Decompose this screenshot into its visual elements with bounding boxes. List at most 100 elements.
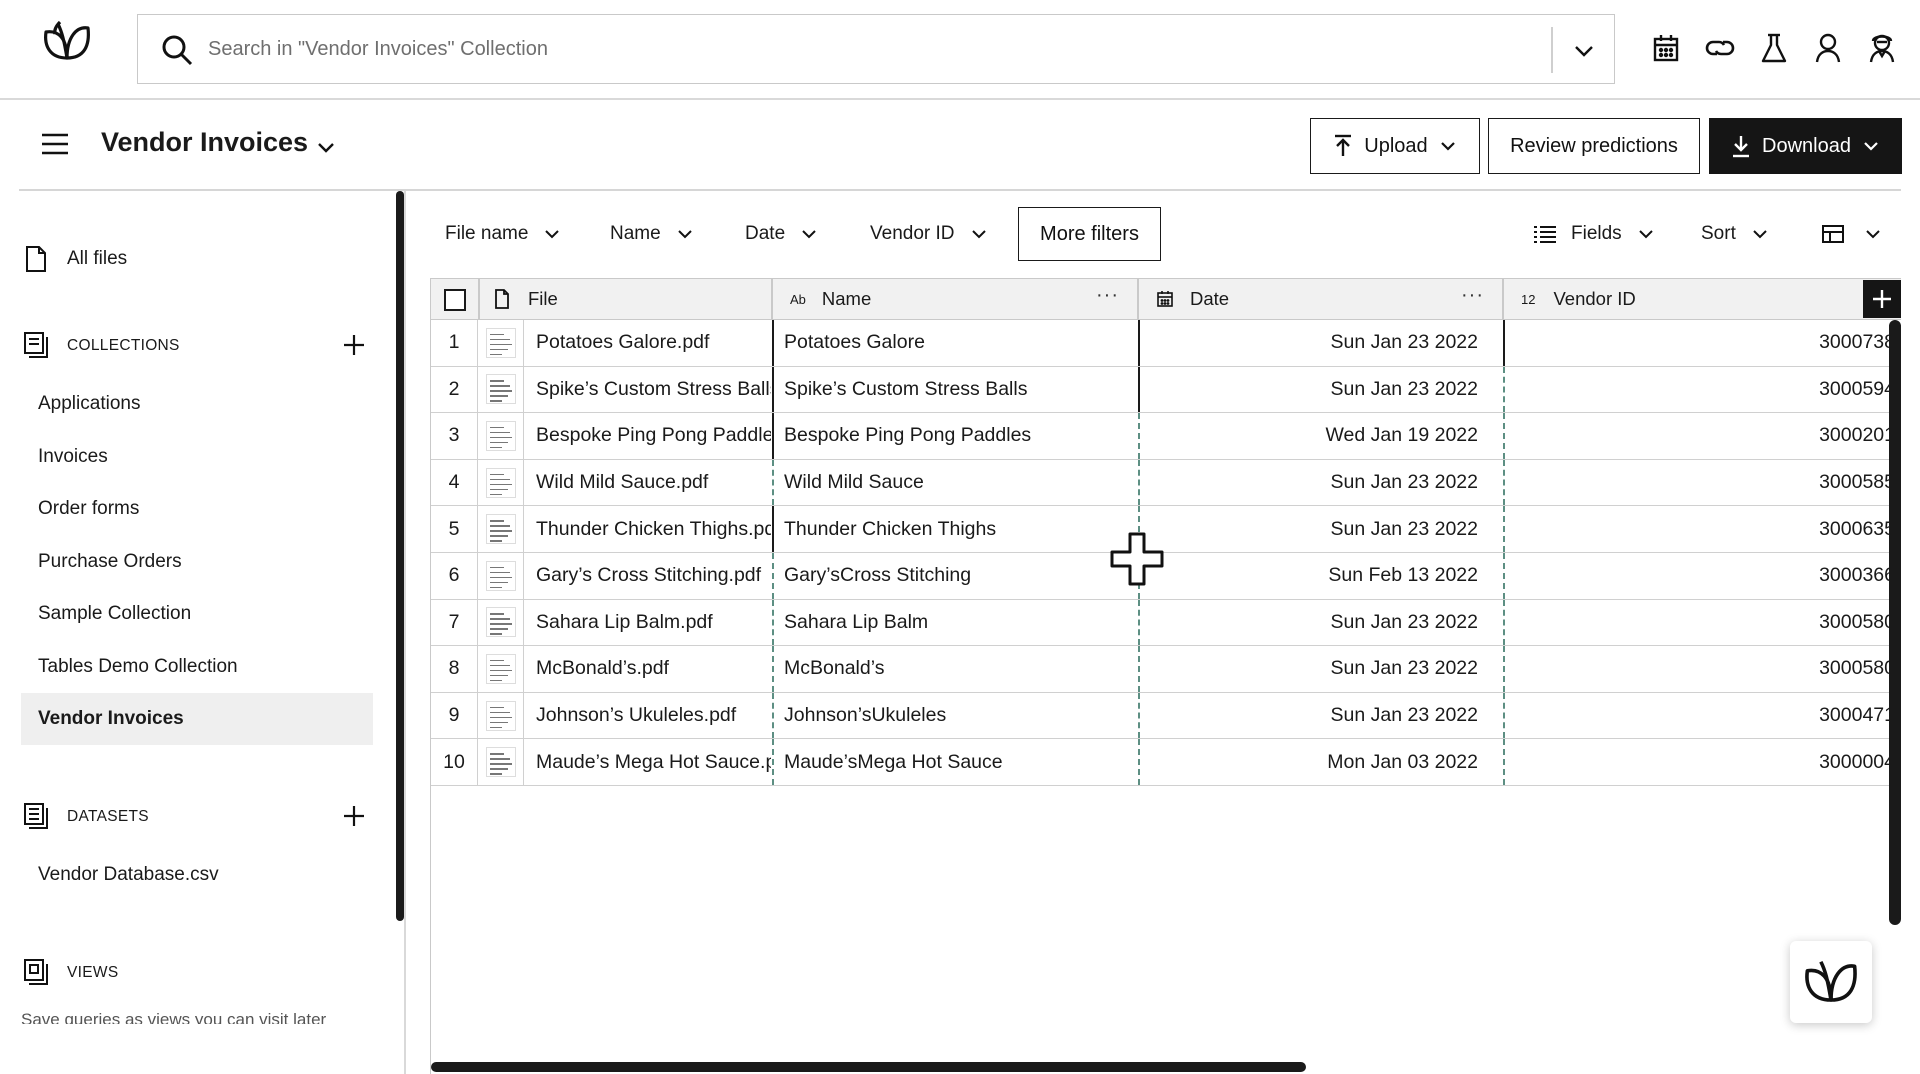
add-column-button[interactable] — [1863, 280, 1901, 318]
date-cell[interactable]: Mon Jan 03 2022 — [1138, 739, 1502, 785]
file-name-cell[interactable]: Thunder Chicken Thighs.pdf — [524, 506, 771, 552]
filter-date[interactable]: Date — [745, 213, 819, 255]
more-filters-button[interactable]: More filters — [1018, 207, 1161, 261]
file-thumbnail[interactable] — [478, 552, 524, 599]
date-cell[interactable]: Sun Jan 23 2022 — [1138, 506, 1502, 552]
calendar-icon[interactable] — [1648, 30, 1683, 66]
add-collection-plus-icon[interactable] — [342, 333, 366, 357]
filter-file-name[interactable]: File name — [445, 213, 562, 255]
sidebar-item-invoices[interactable]: Invoices — [21, 431, 373, 483]
sidebar-item-applications[interactable]: Applications — [21, 378, 373, 430]
name-cell[interactable]: Wild Mild Sauce — [772, 459, 1137, 506]
table-row[interactable]: 1 Potatoes Galore.pdf Potatoes Galore Su… — [431, 320, 1901, 367]
table-row[interactable]: 2 Spike’s Custom Stress Balls.pdf Spike’… — [431, 366, 1901, 414]
column-name-more-icon[interactable]: ··· — [1096, 284, 1119, 307]
name-cell[interactable]: McBonald’s — [772, 646, 1137, 692]
vendor-id-cell[interactable]: 3000201 — [1503, 413, 1889, 459]
column-header-name[interactable]: Ab Name ··· — [772, 279, 1137, 319]
sidebar-item-all-files[interactable]: All files — [67, 248, 127, 270]
vendor-id-cell[interactable]: 3000471 — [1503, 692, 1889, 739]
add-dataset-plus-icon[interactable] — [342, 804, 366, 828]
review-predictions-button[interactable]: Review predictions — [1488, 118, 1700, 174]
date-cell[interactable]: Sun Jan 23 2022 — [1138, 646, 1502, 692]
agent-icon[interactable] — [1864, 30, 1899, 66]
vendor-id-cell[interactable]: 3000580 — [1503, 599, 1889, 646]
file-thumbnail[interactable] — [478, 646, 524, 692]
filter-name[interactable]: Name — [610, 213, 695, 255]
table-row[interactable]: 7 Sahara Lip Balm.pdf Sahara Lip Balm Su… — [431, 599, 1901, 647]
file-thumbnail[interactable] — [478, 459, 524, 506]
column-header-file[interactable]: File — [494, 279, 771, 319]
file-thumbnail[interactable] — [478, 739, 524, 785]
table-vertical-scrollbar[interactable] — [1889, 320, 1901, 925]
vendor-id-cell[interactable]: 3000594 — [1503, 366, 1889, 413]
user-icon[interactable] — [1810, 30, 1845, 66]
file-thumbnail[interactable] — [478, 320, 524, 366]
file-name-cell[interactable]: Sahara Lip Balm.pdf — [524, 600, 771, 646]
sort-button[interactable]: Sort — [1701, 213, 1770, 255]
flask-icon[interactable] — [1756, 30, 1791, 66]
column-date-more-icon[interactable]: ··· — [1461, 284, 1484, 307]
file-thumbnail[interactable] — [478, 599, 524, 646]
filter-vendor-id[interactable]: Vendor ID — [870, 213, 989, 255]
date-cell[interactable]: Sun Jan 23 2022 — [1138, 692, 1502, 739]
name-cell[interactable]: Gary’sCross Stitching — [772, 552, 1137, 599]
download-button[interactable]: Download — [1709, 118, 1902, 174]
file-name-cell[interactable]: Wild Mild Sauce.pdf — [524, 460, 771, 506]
file-thumbnail[interactable] — [478, 366, 524, 413]
app-logo-icon[interactable] — [40, 18, 94, 66]
title-chevron-down-icon[interactable] — [313, 134, 339, 160]
name-cell[interactable]: Potatoes Galore — [772, 320, 1137, 366]
sidebar-item-vendor-invoices[interactable]: Vendor Invoices — [21, 693, 373, 745]
file-thumbnail[interactable] — [478, 413, 524, 459]
name-cell[interactable]: Bespoke Ping Pong Paddles — [772, 413, 1137, 459]
vendor-id-cell[interactable]: 3000366 — [1503, 552, 1889, 599]
vendor-id-cell[interactable]: 3000738 — [1503, 320, 1889, 366]
file-name-cell[interactable]: Spike’s Custom Stress Balls.pdf — [524, 367, 771, 413]
file-name-cell[interactable]: Gary’s Cross Stitching.pdf — [524, 553, 771, 599]
menu-hamburger-icon[interactable] — [40, 130, 70, 158]
date-cell[interactable]: Sun Jan 23 2022 — [1138, 459, 1502, 506]
vendor-id-cell[interactable]: 3000635 — [1503, 506, 1889, 552]
search-input[interactable] — [208, 29, 1508, 69]
select-all-checkbox[interactable] — [444, 289, 466, 311]
column-header-vendor-id[interactable]: 12 Vendor ID — [1503, 279, 1863, 319]
vendor-id-cell[interactable]: 3000580 — [1503, 646, 1889, 692]
table-row[interactable]: 8 McBonald’s.pdf McBonald’s Sun Jan 23 2… — [431, 646, 1901, 693]
file-name-cell[interactable]: Johnson’s Ukuleles.pdf — [524, 693, 771, 739]
name-cell[interactable]: Johnson’sUkuleles — [772, 692, 1137, 739]
sidebar-item-purchase-orders[interactable]: Purchase Orders — [21, 536, 373, 588]
sidebar-item-sample-collection[interactable]: Sample Collection — [21, 588, 373, 640]
date-cell[interactable]: Sun Jan 23 2022 — [1138, 320, 1502, 366]
upload-button[interactable]: Upload — [1310, 118, 1480, 174]
table-row[interactable]: 4 Wild Mild Sauce.pdf Wild Mild Sauce Su… — [431, 459, 1901, 507]
file-name-cell[interactable]: Maude’s Mega Hot Sauce.pdf — [524, 739, 771, 785]
search-options-chevron-down-icon[interactable] — [1570, 37, 1598, 65]
date-cell[interactable]: Sun Feb 13 2022 — [1138, 552, 1502, 599]
sidebar-item-tables-demo-collection[interactable]: Tables Demo Collection — [21, 641, 373, 693]
date-cell[interactable]: Wed Jan 19 2022 — [1138, 413, 1502, 459]
table-row[interactable]: 9 Johnson’s Ukuleles.pdf Johnson’sUkulel… — [431, 692, 1901, 740]
file-name-cell[interactable]: Bespoke Ping Pong Paddles.pdf — [524, 413, 771, 459]
name-cell[interactable]: Sahara Lip Balm — [772, 599, 1137, 646]
sidebar-item-vendor-database[interactable]: Vendor Database.csv — [21, 849, 373, 901]
table-row[interactable]: 3 Bespoke Ping Pong Paddles.pdf Bespoke … — [431, 413, 1901, 460]
layout-toggle-button[interactable] — [1821, 213, 1883, 255]
table-row[interactable]: 6 Gary’s Cross Stitching.pdf Gary’sCross… — [431, 552, 1901, 600]
file-name-cell[interactable]: McBonald’s.pdf — [524, 646, 771, 692]
assistant-button[interactable] — [1790, 941, 1872, 1023]
file-thumbnail[interactable] — [478, 692, 524, 739]
file-name-cell[interactable]: Potatoes Galore.pdf — [524, 320, 771, 366]
column-header-date[interactable]: Date ··· — [1138, 279, 1502, 319]
vendor-id-cell[interactable]: 3000585 — [1503, 459, 1889, 506]
name-cell[interactable]: Maude’sMega Hot Sauce — [772, 739, 1137, 785]
name-cell[interactable]: Spike’s Custom Stress Balls — [772, 366, 1137, 413]
link-icon[interactable] — [1702, 30, 1737, 66]
file-thumbnail[interactable] — [478, 506, 524, 552]
date-cell[interactable]: Sun Jan 23 2022 — [1138, 366, 1502, 413]
sidebar-item-order-forms[interactable]: Order forms — [21, 483, 373, 535]
table-row[interactable]: 5 Thunder Chicken Thighs.pdf Thunder Chi… — [431, 506, 1901, 553]
vendor-id-cell[interactable]: 3000004 — [1503, 739, 1889, 785]
sidebar-scrollbar[interactable] — [396, 191, 404, 921]
table-row[interactable]: 10 Maude’s Mega Hot Sauce.pdf Maude’sMeg… — [431, 739, 1901, 786]
